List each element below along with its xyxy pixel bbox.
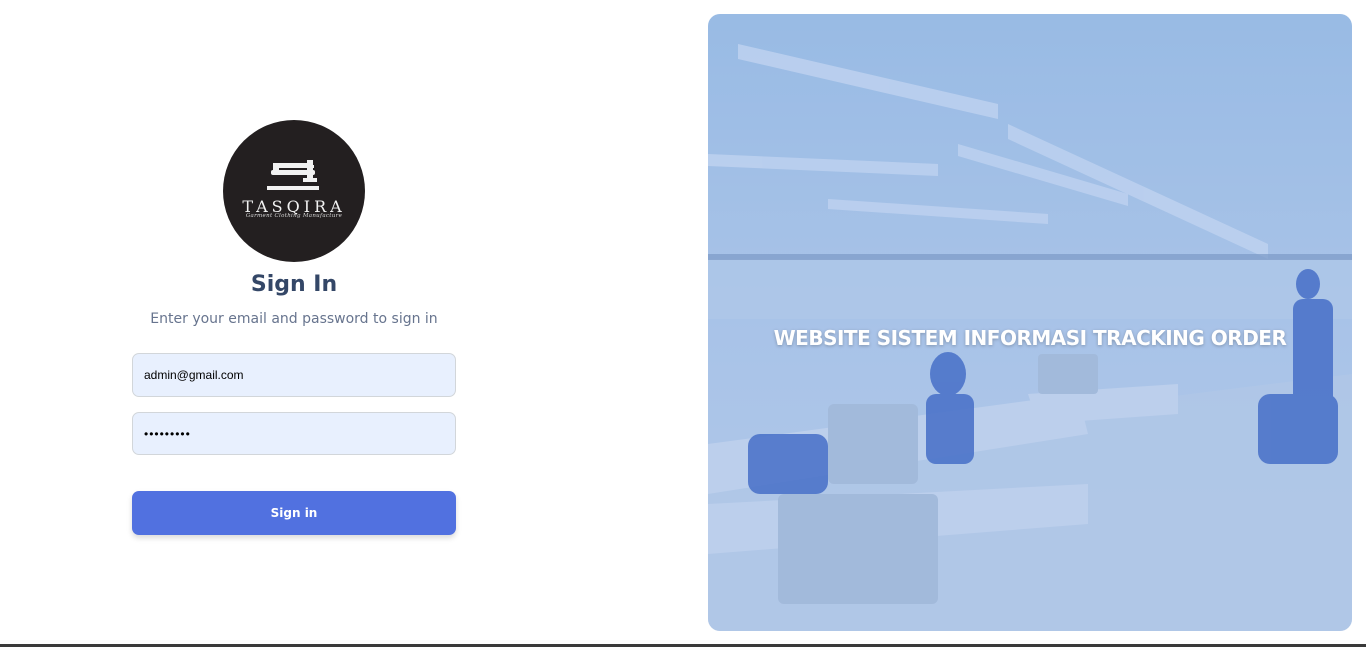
email-field[interactable] (132, 353, 456, 397)
sewing-machine-icon (267, 160, 319, 190)
signin-panel: TASQIRA Garment Clothing Manufacture Sig… (0, 0, 700, 647)
hero-overlay (708, 14, 1352, 631)
brand-logo: TASQIRA Garment Clothing Manufacture (223, 120, 365, 262)
brand-tagline: Garment Clothing Manufacture (245, 213, 343, 219)
password-field[interactable] (132, 412, 456, 455)
hero-image-panel: WEBSITE SISTEM INFORMASI TRACKING ORDER (708, 14, 1352, 631)
page-title: Sign In (250, 272, 338, 297)
signin-button[interactable]: Sign in (132, 491, 456, 535)
page-subtitle: Enter your email and password to sign in (150, 311, 438, 327)
hero-title: WEBSITE SISTEM INFORMASI TRACKING ORDER (773, 326, 1287, 350)
